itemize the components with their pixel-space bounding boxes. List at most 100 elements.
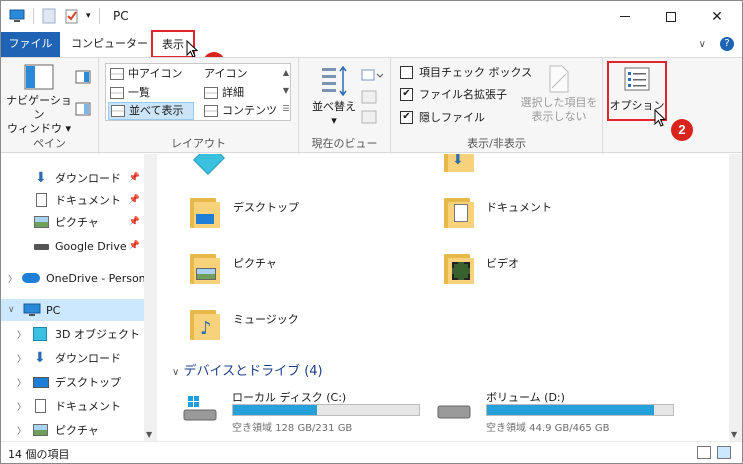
- gallery-down-icon[interactable]: ▼: [280, 82, 292, 100]
- item-checkboxes-toggle[interactable]: 項目チェック ボックス: [400, 64, 532, 80]
- nav-pc-desktop[interactable]: 〉 デスクトップ: [1, 371, 144, 393]
- item-checkboxes-checkbox[interactable]: [400, 65, 413, 79]
- drive-icon: [34, 244, 49, 250]
- chevron-right-icon[interactable]: 〉: [17, 400, 26, 413]
- layout-icons[interactable]: アイコン: [202, 65, 282, 83]
- tabbar-right: ∨ ?: [699, 37, 734, 51]
- chevron-right-icon[interactable]: 〉: [17, 424, 26, 437]
- layout-list[interactable]: 一覧: [108, 84, 192, 102]
- nav-pc-documents[interactable]: 〉 ドキュメント: [1, 395, 144, 417]
- layout-medium-icons-label: 中アイコン: [128, 67, 183, 80]
- preview-pane-icon[interactable]: [75, 70, 91, 84]
- scroll-down-icon[interactable]: ▼: [146, 430, 152, 439]
- local-disk-icon[interactable]: [182, 394, 220, 422]
- folder-pictures-label[interactable]: ピクチャ: [233, 255, 277, 271]
- drive-c-name[interactable]: ローカル ディスク (C:): [232, 389, 346, 405]
- devices-section-header[interactable]: ∨ デバイスとドライブ (4): [172, 360, 323, 379]
- layout-details[interactable]: 詳細: [202, 84, 282, 102]
- folder-documents-label[interactable]: ドキュメント: [486, 199, 552, 215]
- folder-music-label[interactable]: ミュージック: [233, 311, 299, 327]
- maximize-button[interactable]: [648, 1, 694, 32]
- pin-icon: 📌: [128, 217, 140, 227]
- group-by-icon[interactable]: [361, 68, 383, 82]
- window-title: PC: [113, 9, 129, 23]
- chevron-right-icon[interactable]: 〉: [17, 376, 26, 389]
- callout-2: 2: [671, 119, 693, 141]
- layout-gallery: 中アイコン アイコン 一覧 詳細 並べて表示 コンテンツ: [105, 63, 291, 121]
- file-extensions-checkbox[interactable]: ✔: [400, 87, 413, 101]
- cloud-icon: [22, 273, 40, 283]
- file-extensions-toggle[interactable]: ✔ ファイル名拡張子: [400, 86, 507, 102]
- nav-pc[interactable]: ∨ PC: [1, 299, 144, 321]
- maximize-icon: [666, 11, 676, 22]
- videos-folder-icon[interactable]: [444, 250, 474, 284]
- content-scrollbar[interactable]: ▼: [729, 154, 742, 441]
- 3d-objects-icon: [33, 327, 47, 341]
- file-extensions-label: ファイル名拡張子: [419, 88, 507, 101]
- group-label-layout: レイアウト: [171, 137, 226, 150]
- collapse-ribbon-icon[interactable]: ∨: [699, 39, 706, 50]
- folder-desktop-label[interactable]: デスクトップ: [233, 199, 299, 215]
- folder-videos-label[interactable]: ビデオ: [486, 255, 519, 271]
- nav-scrollbar[interactable]: ▼: [144, 154, 157, 441]
- large-icons-view-icon[interactable]: [717, 446, 731, 459]
- layout-gallery-scroll[interactable]: ▲ ▼ ☰: [280, 64, 292, 120]
- drive-d-name[interactable]: ボリューム (D:): [486, 389, 565, 405]
- sort-icon: [322, 65, 347, 97]
- nav-quick-pictures[interactable]: ピクチャ 📌: [1, 211, 144, 233]
- drive-c-free: 空き領域 128 GB/231 GB: [232, 423, 353, 434]
- nav-onedrive-label: OneDrive - Person: [46, 271, 144, 285]
- navigation-pane-button[interactable]: ナビゲーション ウィンドウ ▾: [5, 64, 73, 136]
- chevron-down-icon[interactable]: ∨: [172, 367, 179, 378]
- content-pane: ⬇ デスクトップ ドキュメント ピクチャ ビデオ ♪ ミュージック ∨ デバイス…: [158, 154, 742, 441]
- close-button[interactable]: ✕: [694, 1, 740, 32]
- nav-pc-documents-label: ドキュメント: [55, 400, 121, 413]
- chevron-right-icon[interactable]: 〉: [17, 352, 26, 365]
- pictures-folder-icon[interactable]: [190, 250, 220, 284]
- hidden-items-toggle[interactable]: ✔ 隠しファイル: [400, 109, 485, 125]
- gallery-up-icon[interactable]: ▲: [280, 64, 292, 82]
- documents-folder-icon[interactable]: [444, 194, 474, 228]
- layout-medium-icons[interactable]: 中アイコン: [108, 65, 192, 83]
- nav-pc-downloads[interactable]: 〉 ⬇ ダウンロード: [1, 347, 144, 369]
- download-icon: ⬇: [35, 170, 47, 186]
- download-icon: ⬇: [34, 350, 46, 366]
- quick-access-toolbar: ▾: [9, 7, 106, 25]
- separator: [33, 8, 34, 24]
- nav-quick-google-drive[interactable]: Google Drive 📌: [1, 235, 144, 257]
- details-view-icon[interactable]: [697, 446, 711, 459]
- nav-pc-downloads-label: ダウンロード: [55, 352, 121, 365]
- layout-icons-label: アイコン: [204, 67, 248, 80]
- nav-pc-pictures[interactable]: 〉 ピクチャ: [1, 419, 144, 441]
- tab-computer[interactable]: コンピューター: [62, 32, 157, 57]
- group-show-hide: 項目チェック ボックス ✔ ファイル名拡張子 ✔ 隠しファイル 選択した項目を 表示…: [391, 58, 603, 154]
- layout-content[interactable]: コンテンツ: [202, 102, 282, 120]
- scroll-down-icon[interactable]: ▼: [731, 430, 737, 439]
- qat-dropdown-icon[interactable]: ▾: [86, 11, 91, 21]
- help-icon[interactable]: ?: [720, 37, 734, 51]
- mouse-cursor-icon: [654, 109, 667, 127]
- group-current-view: 並べ替え ▾ 現在のビュー: [299, 58, 391, 154]
- volume-disk-icon[interactable]: [436, 394, 474, 422]
- status-bar: 14 個の項目: [1, 441, 742, 463]
- checklist-icon[interactable]: [64, 8, 80, 24]
- title-bar: ▾ PC ✕: [1, 1, 742, 32]
- layout-tiles[interactable]: 並べて表示: [108, 102, 194, 120]
- desktop-folder-icon[interactable]: [190, 194, 220, 228]
- nav-quick-download[interactable]: ⬇ ダウンロード 📌: [1, 167, 144, 189]
- nav-pc-3d-objects[interactable]: 〉 3D オブジェクト: [1, 323, 144, 345]
- properties-icon[interactable]: [42, 8, 56, 24]
- minimize-button[interactable]: [602, 1, 648, 32]
- music-folder-icon[interactable]: ♪: [190, 306, 220, 340]
- sort-by-button[interactable]: 並べ替え ▾: [309, 64, 359, 128]
- nav-onedrive[interactable]: 〉 OneDrive - Person: [1, 267, 144, 289]
- nav-quick-documents[interactable]: ドキュメント 📌: [1, 189, 144, 211]
- content-icon: [204, 105, 218, 117]
- chevron-right-icon[interactable]: 〉: [17, 328, 26, 341]
- details-pane-icon[interactable]: [75, 102, 91, 116]
- hidden-items-checkbox[interactable]: ✔: [400, 110, 413, 124]
- chevron-down-icon[interactable]: ∨: [8, 305, 15, 315]
- tab-file[interactable]: ファイル: [1, 32, 60, 57]
- gallery-more-icon[interactable]: ☰: [280, 100, 292, 118]
- chevron-right-icon[interactable]: 〉: [8, 272, 17, 285]
